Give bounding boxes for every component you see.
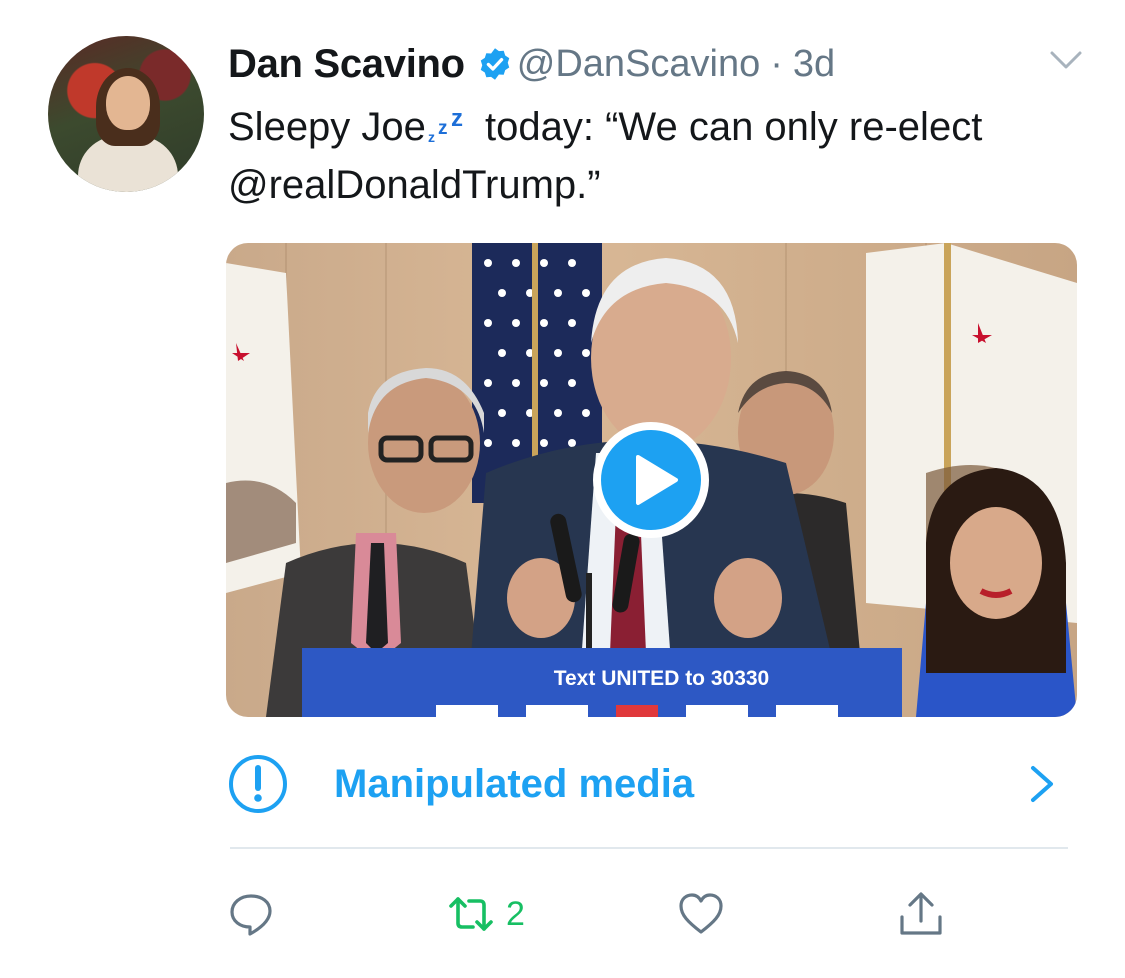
chevron-down-icon[interactable] xyxy=(1048,46,1084,74)
avatar-face xyxy=(106,76,150,130)
tweet-timestamp[interactable]: 3d xyxy=(793,43,835,86)
author-avatar[interactable] xyxy=(48,36,204,192)
tweet-action-bar: 2 xyxy=(226,888,986,940)
sleeping-zzz-emoji-icon: z z z xyxy=(428,108,463,144)
svg-text:z: z xyxy=(428,129,435,144)
exclamation-circle-icon xyxy=(229,755,287,813)
actions-divider xyxy=(230,847,1068,849)
podium-banner-text: Text UNITED to 30330 xyxy=(553,667,770,690)
manipulated-media-notice[interactable]: Manipulated media xyxy=(226,752,1077,816)
chevron-right-icon xyxy=(1031,766,1053,802)
reply-icon xyxy=(230,894,272,936)
retweet-count: 2 xyxy=(506,894,525,933)
retweet-button[interactable]: 2 xyxy=(448,888,525,940)
share-icon xyxy=(900,892,942,935)
svg-text:z: z xyxy=(438,118,448,139)
header-separator: · xyxy=(770,42,783,85)
play-icon[interactable] xyxy=(592,421,710,539)
heart-icon xyxy=(679,893,723,934)
tweet-text-part1: Sleepy Joe xyxy=(228,105,426,149)
manipulated-media-label: Manipulated media xyxy=(334,761,695,806)
tweet-header: Dan Scavino @DanScavino · 3d xyxy=(228,40,835,88)
like-button[interactable] xyxy=(678,888,736,940)
reply-button[interactable] xyxy=(228,888,286,940)
tweet-text: Sleepy Joe z z z today: “We can only re-… xyxy=(228,98,1088,214)
verified-badge-icon xyxy=(480,48,510,80)
author-name[interactable]: Dan Scavino xyxy=(228,42,465,87)
author-handle[interactable]: @DanScavino xyxy=(517,43,760,86)
share-button[interactable] xyxy=(898,888,956,940)
retweet-icon xyxy=(449,897,493,931)
svg-text:z: z xyxy=(451,108,463,132)
